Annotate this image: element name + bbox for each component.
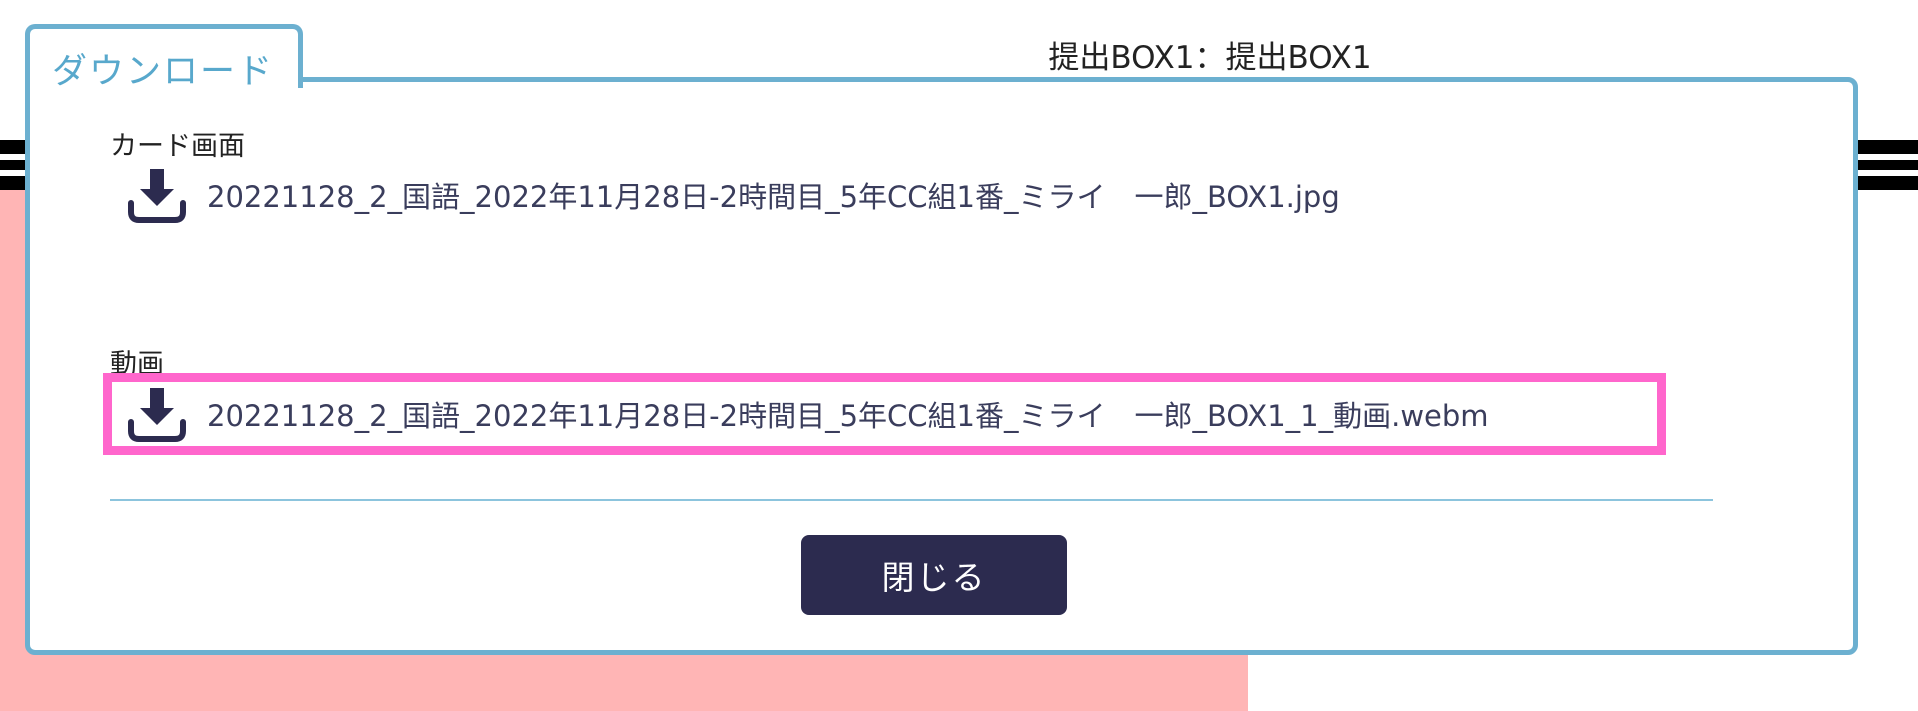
file-download-link-card[interactable]: 20221128_2_国語_2022年11月28日-2時間目_5年CC組1番_ミ… (103, 154, 1340, 236)
dialog-divider (110, 499, 1713, 501)
file-name-video: 20221128_2_国語_2022年11月28日-2時間目_5年CC組1番_ミ… (207, 399, 1489, 433)
file-download-link-video[interactable]: 20221128_2_国語_2022年11月28日-2時間目_5年CC組1番_ミ… (103, 373, 1666, 455)
download-icon (128, 169, 186, 223)
dialog-title: ダウンロード (52, 52, 275, 92)
download-icon (128, 388, 186, 442)
download-dialog: カード画面 20221128_2_国語_2022年11月28日-2時間目_5年C… (25, 77, 1858, 655)
dialog-title-tab: ダウンロード (25, 24, 303, 92)
background-page-title: 提出BOX1：提出BOX1 (1048, 40, 1372, 76)
close-button[interactable]: 閉じる (801, 535, 1067, 615)
file-name-card: 20221128_2_国語_2022年11月28日-2時間目_5年CC組1番_ミ… (207, 180, 1340, 214)
